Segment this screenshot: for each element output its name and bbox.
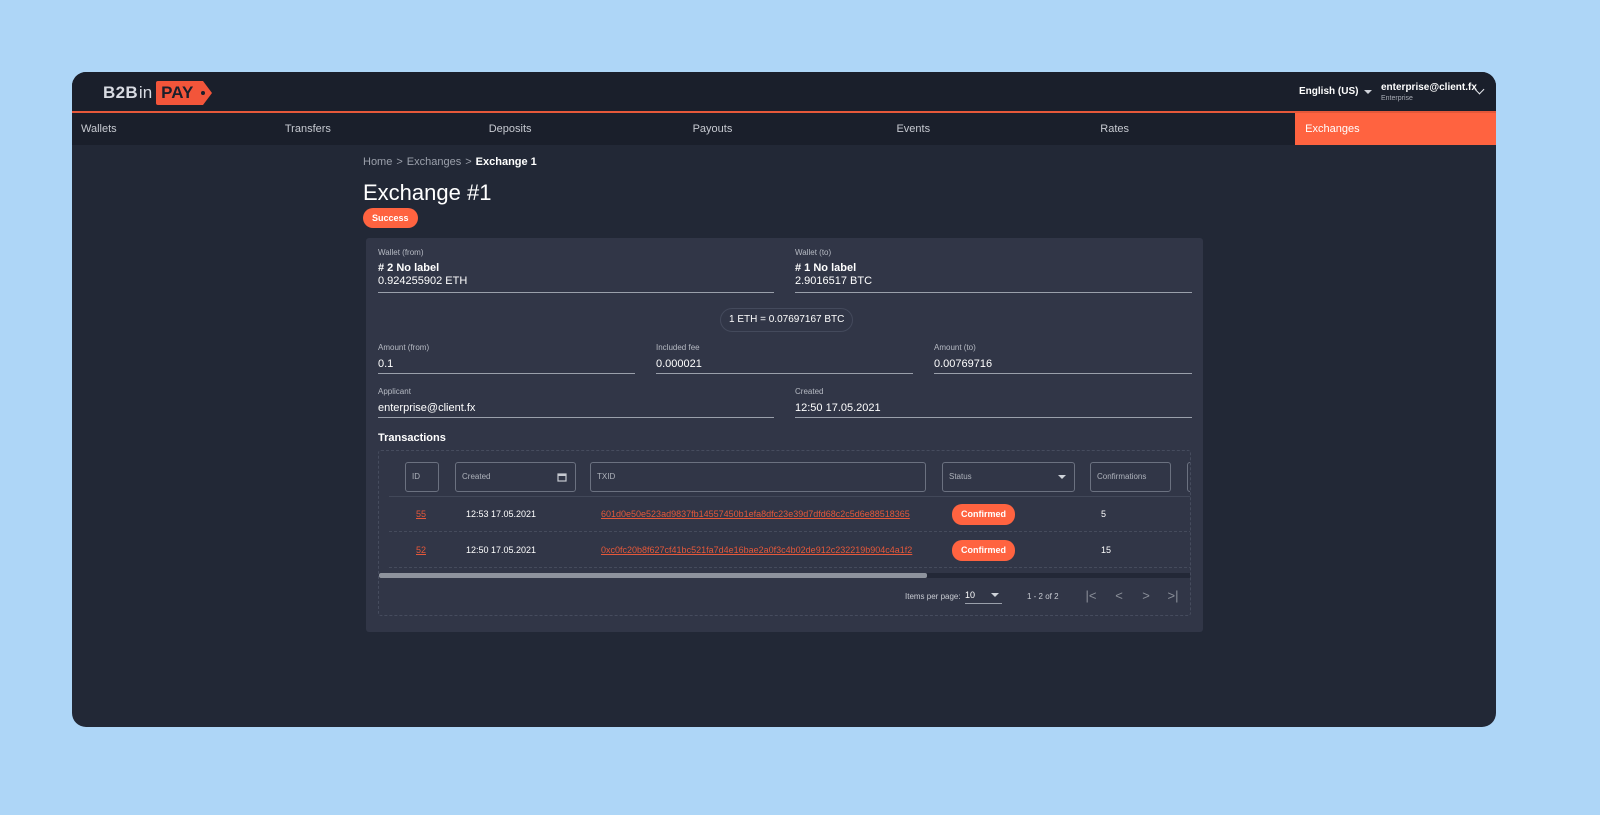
tag-dot-icon: [201, 91, 206, 95]
filter-created-label: Created: [462, 472, 491, 481]
main-nav: Wallets Transfers Deposits Payouts Event…: [72, 113, 1496, 145]
tx-id-link[interactable]: 52: [416, 533, 426, 568]
caret-down-icon: [1058, 475, 1066, 479]
field-value: 12:50 17.05.2021: [795, 402, 881, 414]
status-badge: Success: [363, 208, 418, 228]
top-bar: B2B in PAY English (US) enterprise@clien…: [72, 72, 1496, 113]
table-row: 52 12:50 17.05.2021 0xc0fc20b8f627cf41bc…: [389, 533, 1190, 568]
breadcrumb: Home > Exchanges > Exchange 1: [363, 156, 537, 168]
page-header: Home > Exchanges > Exchange 1 Exchange #…: [363, 156, 537, 228]
logo-text: B2B: [103, 83, 138, 102]
chevron-right-icon: >: [396, 156, 403, 168]
field-label: Wallet (from): [378, 248, 424, 257]
logo-text-in: in: [138, 83, 153, 102]
field-value: enterprise@client.fx: [378, 402, 476, 414]
filter-id[interactable]: ID: [405, 462, 439, 492]
app-window: B2B in PAY English (US) enterprise@clien…: [72, 72, 1496, 727]
tx-confirmations: 5: [1101, 509, 1107, 519]
exchange-details-card: Wallet (from) # 2 No label 0.924255902 E…: [366, 238, 1203, 632]
caret-down-icon: [991, 593, 999, 597]
scrollbar-thumb[interactable]: [379, 573, 927, 578]
nav-item-events[interactable]: Events: [887, 113, 1091, 145]
calendar-icon[interactable]: [557, 472, 567, 482]
tx-id-link[interactable]: 55: [416, 497, 426, 532]
wallet-to-field: Wallet (to) # 1 No label 2.9016517 BTC: [795, 248, 1192, 293]
logo-pay-tag: PAY: [156, 81, 213, 105]
chevron-right-icon: >: [465, 156, 472, 168]
field-label: Created: [795, 387, 824, 396]
language-selector[interactable]: English (US): [1299, 86, 1373, 97]
tx-created: 12:50 17.05.2021: [466, 545, 537, 555]
table-row: 55 12:53 17.05.2021 601d0e50e523ad9837fb…: [389, 497, 1190, 532]
items-per-page-value: 10: [965, 590, 976, 600]
page-range: 1 - 2 of 2: [1027, 592, 1059, 601]
filter-confirmations[interactable]: Confirmations: [1090, 462, 1171, 492]
nav-item-exchanges[interactable]: Exchanges: [1295, 113, 1496, 145]
wallet-name: # 2 No label: [378, 262, 440, 274]
nav-item-payouts[interactable]: Payouts: [684, 113, 888, 145]
filter-txid[interactable]: TXID: [590, 462, 926, 492]
horizontal-scrollbar[interactable]: [379, 573, 1190, 578]
exchange-rate-chip: 1 ETH = 0.07697167 BTC: [720, 308, 854, 332]
tx-created: 12:53 17.05.2021: [466, 509, 537, 519]
user-email: enterprise@client.fx: [1381, 82, 1477, 93]
txid-link[interactable]: 0xc0fc20b8f627cf41bc521fa7d4e16bae2a0f3c…: [601, 533, 912, 568]
field-label: Wallet (to): [795, 248, 832, 257]
status-badge: Confirmed: [952, 540, 1015, 561]
prev-page-icon[interactable]: <: [1110, 587, 1128, 605]
filter-status[interactable]: Status: [942, 462, 1075, 492]
last-page-icon[interactable]: >|: [1164, 587, 1182, 605]
logo[interactable]: B2B in PAY: [103, 81, 213, 105]
field-value: 0.1: [378, 358, 394, 370]
field-label: Applicant: [378, 387, 411, 396]
user-menu[interactable]: enterprise@client.fx Enterprise: [1381, 82, 1477, 102]
included-fee-field: Included fee 0.000021: [656, 343, 913, 374]
tx-confirmations: 15: [1101, 545, 1112, 555]
field-value: 0.000021: [656, 358, 702, 370]
page-title: Exchange #1: [363, 180, 492, 205]
nav-item-wallets[interactable]: Wallets: [72, 113, 276, 145]
wallet-from-field: Wallet (from) # 2 No label 0.924255902 E…: [378, 248, 774, 293]
txid-link[interactable]: 601d0e50e523ad9837fb14557450b1efa8dfc23e…: [601, 497, 910, 532]
status-badge: Confirmed: [952, 504, 1015, 525]
filter-created[interactable]: Created: [455, 462, 576, 492]
filter-status-label: Status: [949, 472, 972, 481]
nav-item-rates[interactable]: Rates: [1091, 113, 1295, 145]
nav-item-transfers[interactable]: Transfers: [276, 113, 480, 145]
applicant-field: Applicant enterprise@client.fx: [378, 387, 774, 418]
nav-item-deposits[interactable]: Deposits: [480, 113, 684, 145]
items-per-page-select[interactable]: 10: [965, 588, 1002, 604]
caret-down-icon: [1364, 89, 1373, 94]
amount-to-field: Amount (to) 0.00769716: [934, 343, 1192, 374]
first-page-icon[interactable]: |<: [1082, 587, 1100, 605]
field-value: 0.00769716: [934, 358, 993, 370]
breadcrumb-current: Exchange 1: [475, 156, 537, 168]
language-label: English (US): [1299, 86, 1359, 97]
transactions-table: ID Created TXID Status Confirmations 55 …: [378, 450, 1191, 616]
breadcrumb-home[interactable]: Home: [363, 156, 392, 168]
user-role: Enterprise: [1381, 95, 1413, 102]
transactions-title: Transactions: [378, 432, 446, 444]
items-per-page-label: Items per page:: [905, 592, 961, 601]
wallet-balance: 2.9016517 BTC: [795, 275, 873, 287]
paginator: Items per page: 10 1 - 2 of 2 |< < > >|: [379, 581, 1190, 611]
field-label: Amount (from): [378, 343, 430, 352]
next-page-icon[interactable]: >: [1137, 587, 1155, 605]
wallet-balance: 0.924255902 ETH: [378, 275, 468, 287]
filter-more[interactable]: [1187, 462, 1190, 492]
wallet-name: # 1 No label: [795, 262, 857, 274]
created-field: Created 12:50 17.05.2021: [795, 387, 1192, 418]
logo-pay-text: PAY: [161, 83, 194, 102]
amount-from-field: Amount (from) 0.1: [378, 343, 635, 374]
field-label: Included fee: [656, 343, 700, 352]
breadcrumb-exchanges[interactable]: Exchanges: [407, 156, 461, 168]
field-label: Amount (to): [934, 343, 976, 352]
